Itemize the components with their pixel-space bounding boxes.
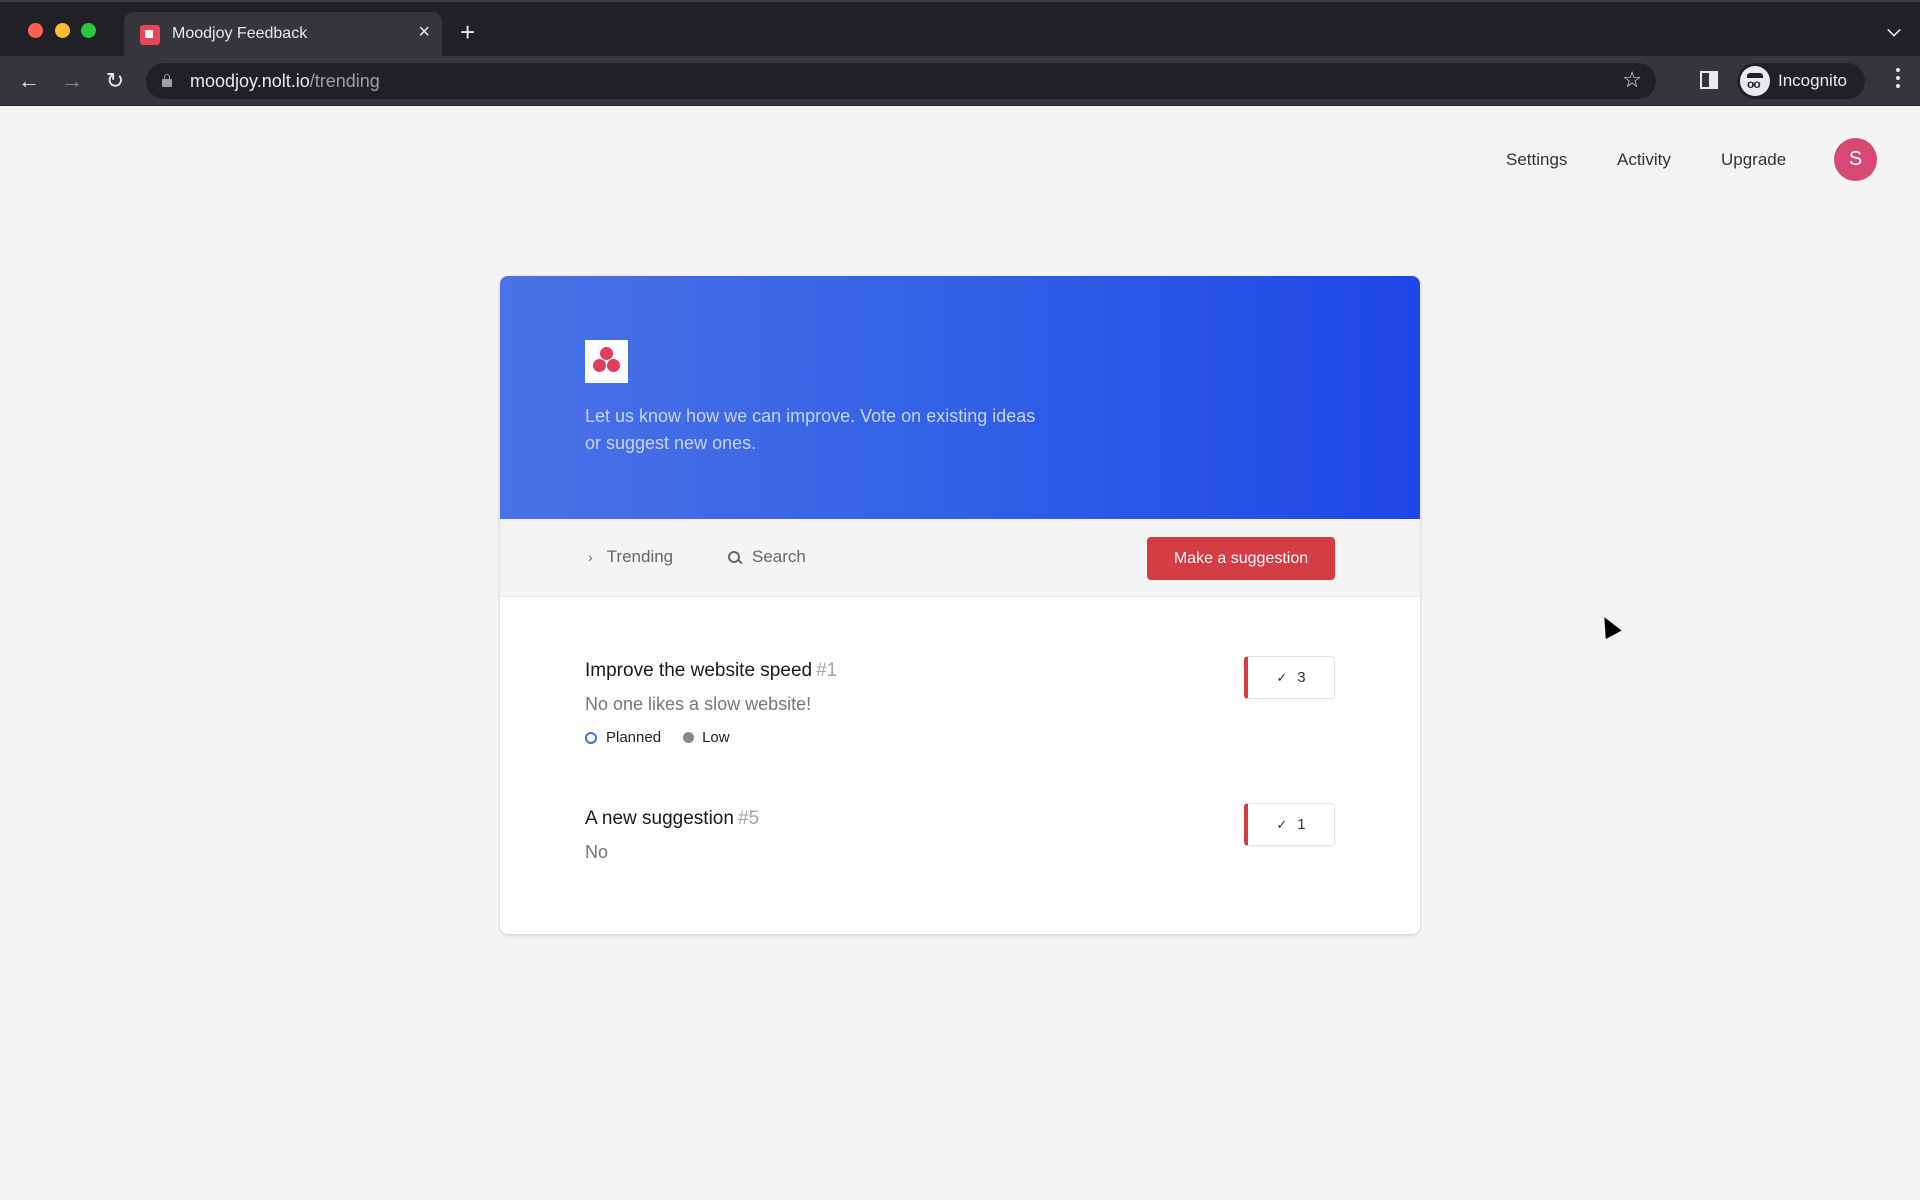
vote-count: 3	[1297, 669, 1306, 686]
nolt-favicon-icon	[140, 25, 160, 45]
priority-dot-icon	[683, 732, 695, 743]
checkmark-icon: ✓	[1276, 670, 1288, 685]
vote-button[interactable]: ✓ 1	[1244, 803, 1335, 846]
forward-arrow-icon[interactable]: →	[57, 66, 87, 96]
address-bar[interactable]: moodjoy.nolt.io/trending ☆	[146, 63, 1656, 99]
tab-search-chevron-icon[interactable]	[1887, 23, 1901, 37]
vote-button[interactable]: ✓ 3	[1244, 656, 1335, 699]
post-title-text: Improve the website speed	[585, 660, 813, 681]
status-label: Planned	[606, 729, 662, 746]
window-close-button[interactable]	[28, 23, 43, 38]
lock-icon	[162, 74, 172, 87]
post-list-item[interactable]: Improve the website speed #1 No one likes…	[585, 660, 1335, 746]
priority-label: Low	[702, 729, 730, 746]
new-tab-button[interactable]: +	[460, 19, 475, 45]
back-arrow-icon[interactable]: ←	[14, 66, 44, 96]
reload-icon[interactable]: ↻	[100, 66, 130, 96]
post-title[interactable]: Improve the website speed #1	[585, 660, 1335, 682]
board-description: Let us know how we can improve. Vote on …	[585, 406, 1036, 453]
post-number: #5	[737, 808, 760, 829]
browser-menu-icon[interactable]	[1896, 68, 1900, 92]
nav-settings-link[interactable]: Settings	[1506, 150, 1567, 170]
board-header-banner: Let us know how we can improve. Vote on …	[500, 276, 1420, 519]
planned-status-icon	[585, 731, 597, 744]
post-title-text: A new suggestion	[585, 808, 734, 829]
bookmark-star-icon[interactable]: ☆	[1622, 67, 1642, 93]
browser-tab[interactable]: Moodjoy Feedback ×	[124, 12, 442, 58]
nav-upgrade-link[interactable]: Upgrade	[1721, 150, 1786, 170]
make-suggestion-button[interactable]: Make a suggestion	[1147, 537, 1335, 580]
vote-count: 1	[1297, 816, 1306, 833]
browser-tab-bar: Moodjoy Feedback × +	[0, 0, 1920, 58]
post-title[interactable]: A new suggestion #5	[585, 808, 1335, 830]
nav-activity-link[interactable]: Activity	[1617, 150, 1671, 170]
board-logo-icon	[585, 340, 628, 383]
search-button[interactable]: Search	[728, 547, 806, 567]
user-avatar[interactable]: S	[1834, 138, 1877, 181]
url-host: moodjoy.nolt.io	[190, 71, 310, 91]
url-text[interactable]: moodjoy.nolt.io/trending	[190, 71, 380, 92]
mouse-pointer-icon	[1596, 612, 1622, 640]
incognito-label: Incognito	[1778, 71, 1847, 90]
status-badge[interactable]: Planned	[585, 729, 661, 746]
checkmark-icon: ✓	[1276, 817, 1288, 832]
url-path: /trending	[309, 71, 380, 91]
search-label: Search	[752, 547, 806, 566]
post-tags: Planned Low	[585, 729, 1335, 746]
chevron-right-icon: ›	[588, 549, 593, 565]
incognito-icon	[1740, 66, 1770, 96]
sort-trending-dropdown[interactable]: › Trending	[588, 547, 673, 567]
incognito-profile-button[interactable]: Incognito	[1737, 63, 1865, 99]
trending-label: Trending	[606, 547, 674, 566]
tab-title: Moodjoy Feedback	[172, 25, 308, 42]
priority-badge[interactable]: Low	[683, 729, 730, 746]
feedback-board-card: Let us know how we can improve. Vote on …	[500, 276, 1420, 934]
browser-toolbar: ← → ↻ moodjoy.nolt.io/trending ☆ Incogni…	[0, 56, 1920, 106]
window-minimize-button[interactable]	[55, 23, 70, 38]
post-description: No one likes a slow website!	[585, 694, 812, 714]
search-icon	[728, 551, 740, 563]
post-description: No	[585, 842, 609, 862]
post-list-item[interactable]: A new suggestion #5 No	[585, 808, 1335, 863]
side-panel-icon[interactable]	[1700, 71, 1718, 89]
post-number: #1	[816, 660, 838, 681]
filter-bar: › Trending Search Make a suggestion	[500, 519, 1420, 597]
tab-close-icon[interactable]: ×	[418, 22, 430, 42]
window-maximize-button[interactable]	[81, 23, 96, 38]
